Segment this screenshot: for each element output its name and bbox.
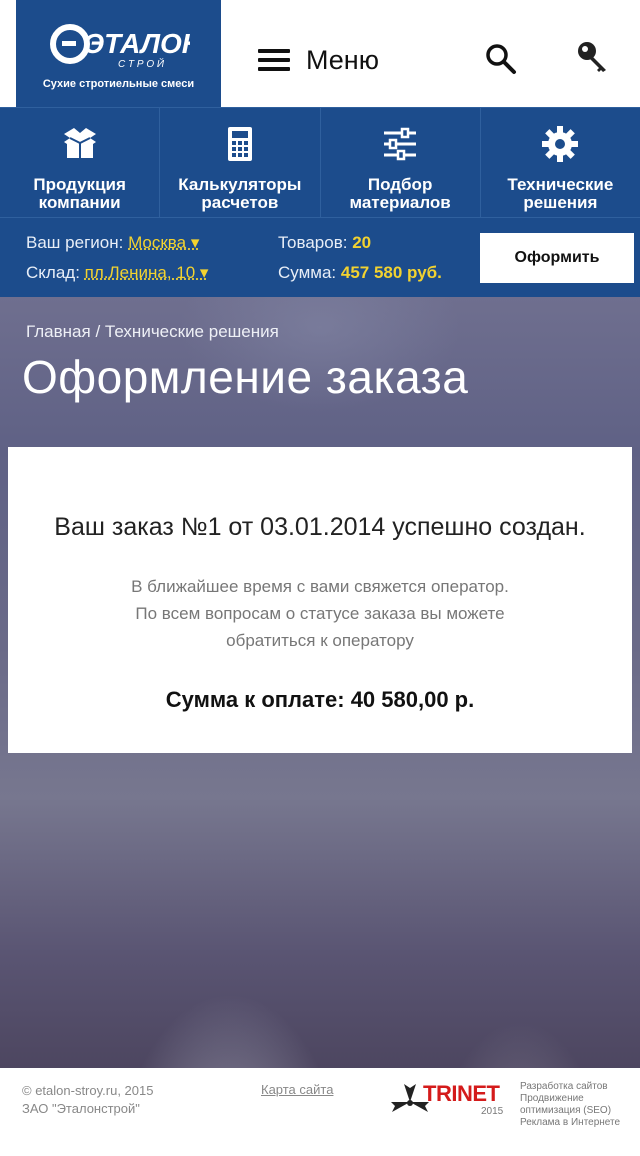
menu-button[interactable]: Меню [258, 38, 379, 82]
warehouse-select[interactable]: пл.Ленина, 10 ▾ [85, 263, 209, 282]
category-calculators[interactable]: Калькуляторы расчетов [160, 108, 321, 217]
region-select[interactable]: Москва ▾ [128, 233, 199, 252]
developer-name: TRINET [423, 1081, 500, 1106]
order-message-line: В ближайшее время с вами свяжется операт… [131, 577, 509, 596]
items-count: 20 [352, 233, 372, 252]
copyright-text: © etalon-stroy.ru, 2015 [22, 1083, 154, 1098]
developer-services: Разработка сайтов Продвижение оптимизаци… [520, 1081, 638, 1129]
sum-value: 457 580 руб. [340, 263, 442, 282]
logo-mark: ЭТАЛОН С Т Р О Й [50, 24, 190, 70]
hamburger-icon [258, 49, 290, 71]
logo-tagline: Сухие стротиельные смеси [42, 78, 195, 90]
order-title: Ваш заказ №1 от 03.01.2014 успешно созда… [54, 513, 586, 541]
category-label: Калькуляторы расчетов [178, 175, 302, 212]
warehouse-label: Склад: [26, 263, 80, 282]
breadcrumb-separator: / [95, 322, 101, 341]
order-message-line: обратиться к оператору [226, 631, 414, 650]
breadcrumb-current: Технические решения [104, 322, 279, 341]
category-nav: Продукция компании Калькуляторы расчетов… [0, 107, 640, 217]
logo-brand-sub: С Т Р О Й [118, 57, 165, 70]
sum-label: Сумма: [278, 263, 337, 282]
site-header: ЭТАЛОН С Т Р О Й Сухие стротиельные смес… [0, 0, 640, 107]
order-confirmation-card: Ваш заказ №1 от 03.01.2014 успешно созда… [8, 447, 632, 753]
login-button[interactable] [576, 40, 610, 74]
service-item: Продвижение [520, 1093, 584, 1104]
category-products[interactable]: Продукция компании [0, 108, 161, 217]
sitemap-link[interactable]: Карта сайта [261, 1082, 333, 1097]
order-message: В ближайшее время с вами свяжется операт… [8, 573, 632, 654]
sliders-icon [384, 127, 417, 161]
category-label: Технические решения [507, 175, 614, 212]
category-solutions[interactable]: Технические решения [481, 108, 640, 217]
company-name: ЗАО "Эталонстрой" [22, 1101, 140, 1116]
logo[interactable]: ЭТАЛОН С Т Р О Й Сухие стротиельные смес… [16, 0, 221, 107]
search-button[interactable] [484, 42, 518, 76]
items-label: Товаров: [278, 233, 348, 252]
box-icon [63, 128, 96, 158]
page-title: Оформление заказа [22, 351, 469, 403]
service-item: Разработка сайтов [520, 1081, 608, 1092]
items-row: Товаров: 20 [278, 233, 371, 253]
order-message-line: По всем вопросам о статусе заказа вы мож… [135, 604, 505, 623]
region-label: Ваш регион: [26, 233, 124, 252]
order-sum: Сумма к оплате: 40 580,00 р. [165, 687, 475, 712]
developer-year: 2015 [481, 1106, 504, 1117]
footer-copyright: © etalon-stroy.ru, 2015 ЗАО "Эталонстрой… [22, 1082, 153, 1118]
service-item: Реклама в Интернете [520, 1117, 621, 1128]
calculator-icon [227, 127, 252, 161]
key-icon [578, 42, 606, 72]
search-icon [486, 44, 516, 74]
category-label: Подбор материалов [349, 175, 451, 212]
site-footer: © etalon-stroy.ru, 2015 ЗАО "Эталонстрой… [0, 1068, 640, 1156]
logo-brand: ЭТАЛОН [84, 28, 190, 59]
breadcrumb: Главная / Технические решения [26, 322, 279, 342]
menu-label: Меню [306, 44, 379, 75]
warehouse-row: Склад: пл.Ленина, 10 ▾ [26, 263, 208, 283]
category-materials[interactable]: Подбор материалов [321, 108, 481, 217]
breadcrumb-home[interactable]: Главная [26, 322, 91, 341]
developer-logo[interactable]: TRINET 2015 [390, 1080, 510, 1136]
checkout-button[interactable]: Оформить [480, 233, 634, 283]
category-label: Продукция компании [33, 175, 126, 212]
gear-icon [542, 126, 579, 162]
cart-bar: Ваш регион: Москва ▾ Склад: пл.Ленина, 1… [0, 217, 640, 297]
service-item: оптимизация (SEO) [520, 1105, 612, 1116]
region-row: Ваш регион: Москва ▾ [26, 233, 199, 253]
sum-row: Сумма: 457 580 руб. [278, 263, 442, 283]
